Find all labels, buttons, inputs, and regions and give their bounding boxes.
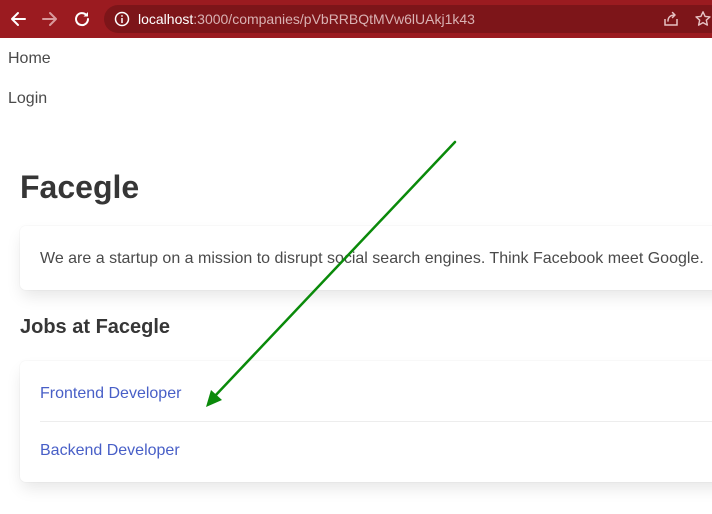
share-icon[interactable] (662, 10, 680, 28)
job-link-frontend-developer[interactable]: Frontend Developer (40, 384, 181, 404)
reload-icon (75, 12, 90, 27)
company-description-box: We are a startup on a mission to disrupt… (20, 226, 712, 290)
address-bar[interactable]: localhost:3000/companies/pVbRRBQtMVw6lUA… (104, 5, 712, 33)
nav-login-link[interactable]: Login (8, 89, 47, 109)
forward-arrow-icon (42, 12, 57, 26)
reload-button[interactable] (70, 7, 94, 31)
browser-toolbar: localhost:3000/companies/pVbRRBQtMVw6lUA… (0, 0, 712, 38)
star-icon[interactable] (694, 10, 712, 28)
url-text[interactable]: localhost:3000/companies/pVbRRBQtMVw6lUA… (138, 11, 475, 27)
jobs-list: Frontend Developer Backend Developer (20, 361, 712, 482)
job-divider (40, 421, 712, 422)
forward-button[interactable] (38, 7, 62, 31)
company-title: Facegle (20, 169, 140, 205)
job-link-backend-developer[interactable]: Backend Developer (40, 441, 180, 461)
back-arrow-icon (11, 12, 26, 26)
url-path: :3000/companies/pVbRRBQtMVw6lUAkj1k43 (193, 11, 475, 27)
url-host: localhost (138, 11, 194, 27)
info-icon[interactable] (114, 11, 130, 27)
nav-home-link[interactable]: Home (8, 49, 51, 69)
back-button[interactable] (6, 7, 30, 31)
company-description: We are a startup on a mission to disrupt… (40, 250, 704, 267)
page: localhost:3000/companies/pVbRRBQtMVw6lUA… (0, 0, 712, 514)
jobs-heading: Jobs at Facegle (20, 316, 171, 338)
